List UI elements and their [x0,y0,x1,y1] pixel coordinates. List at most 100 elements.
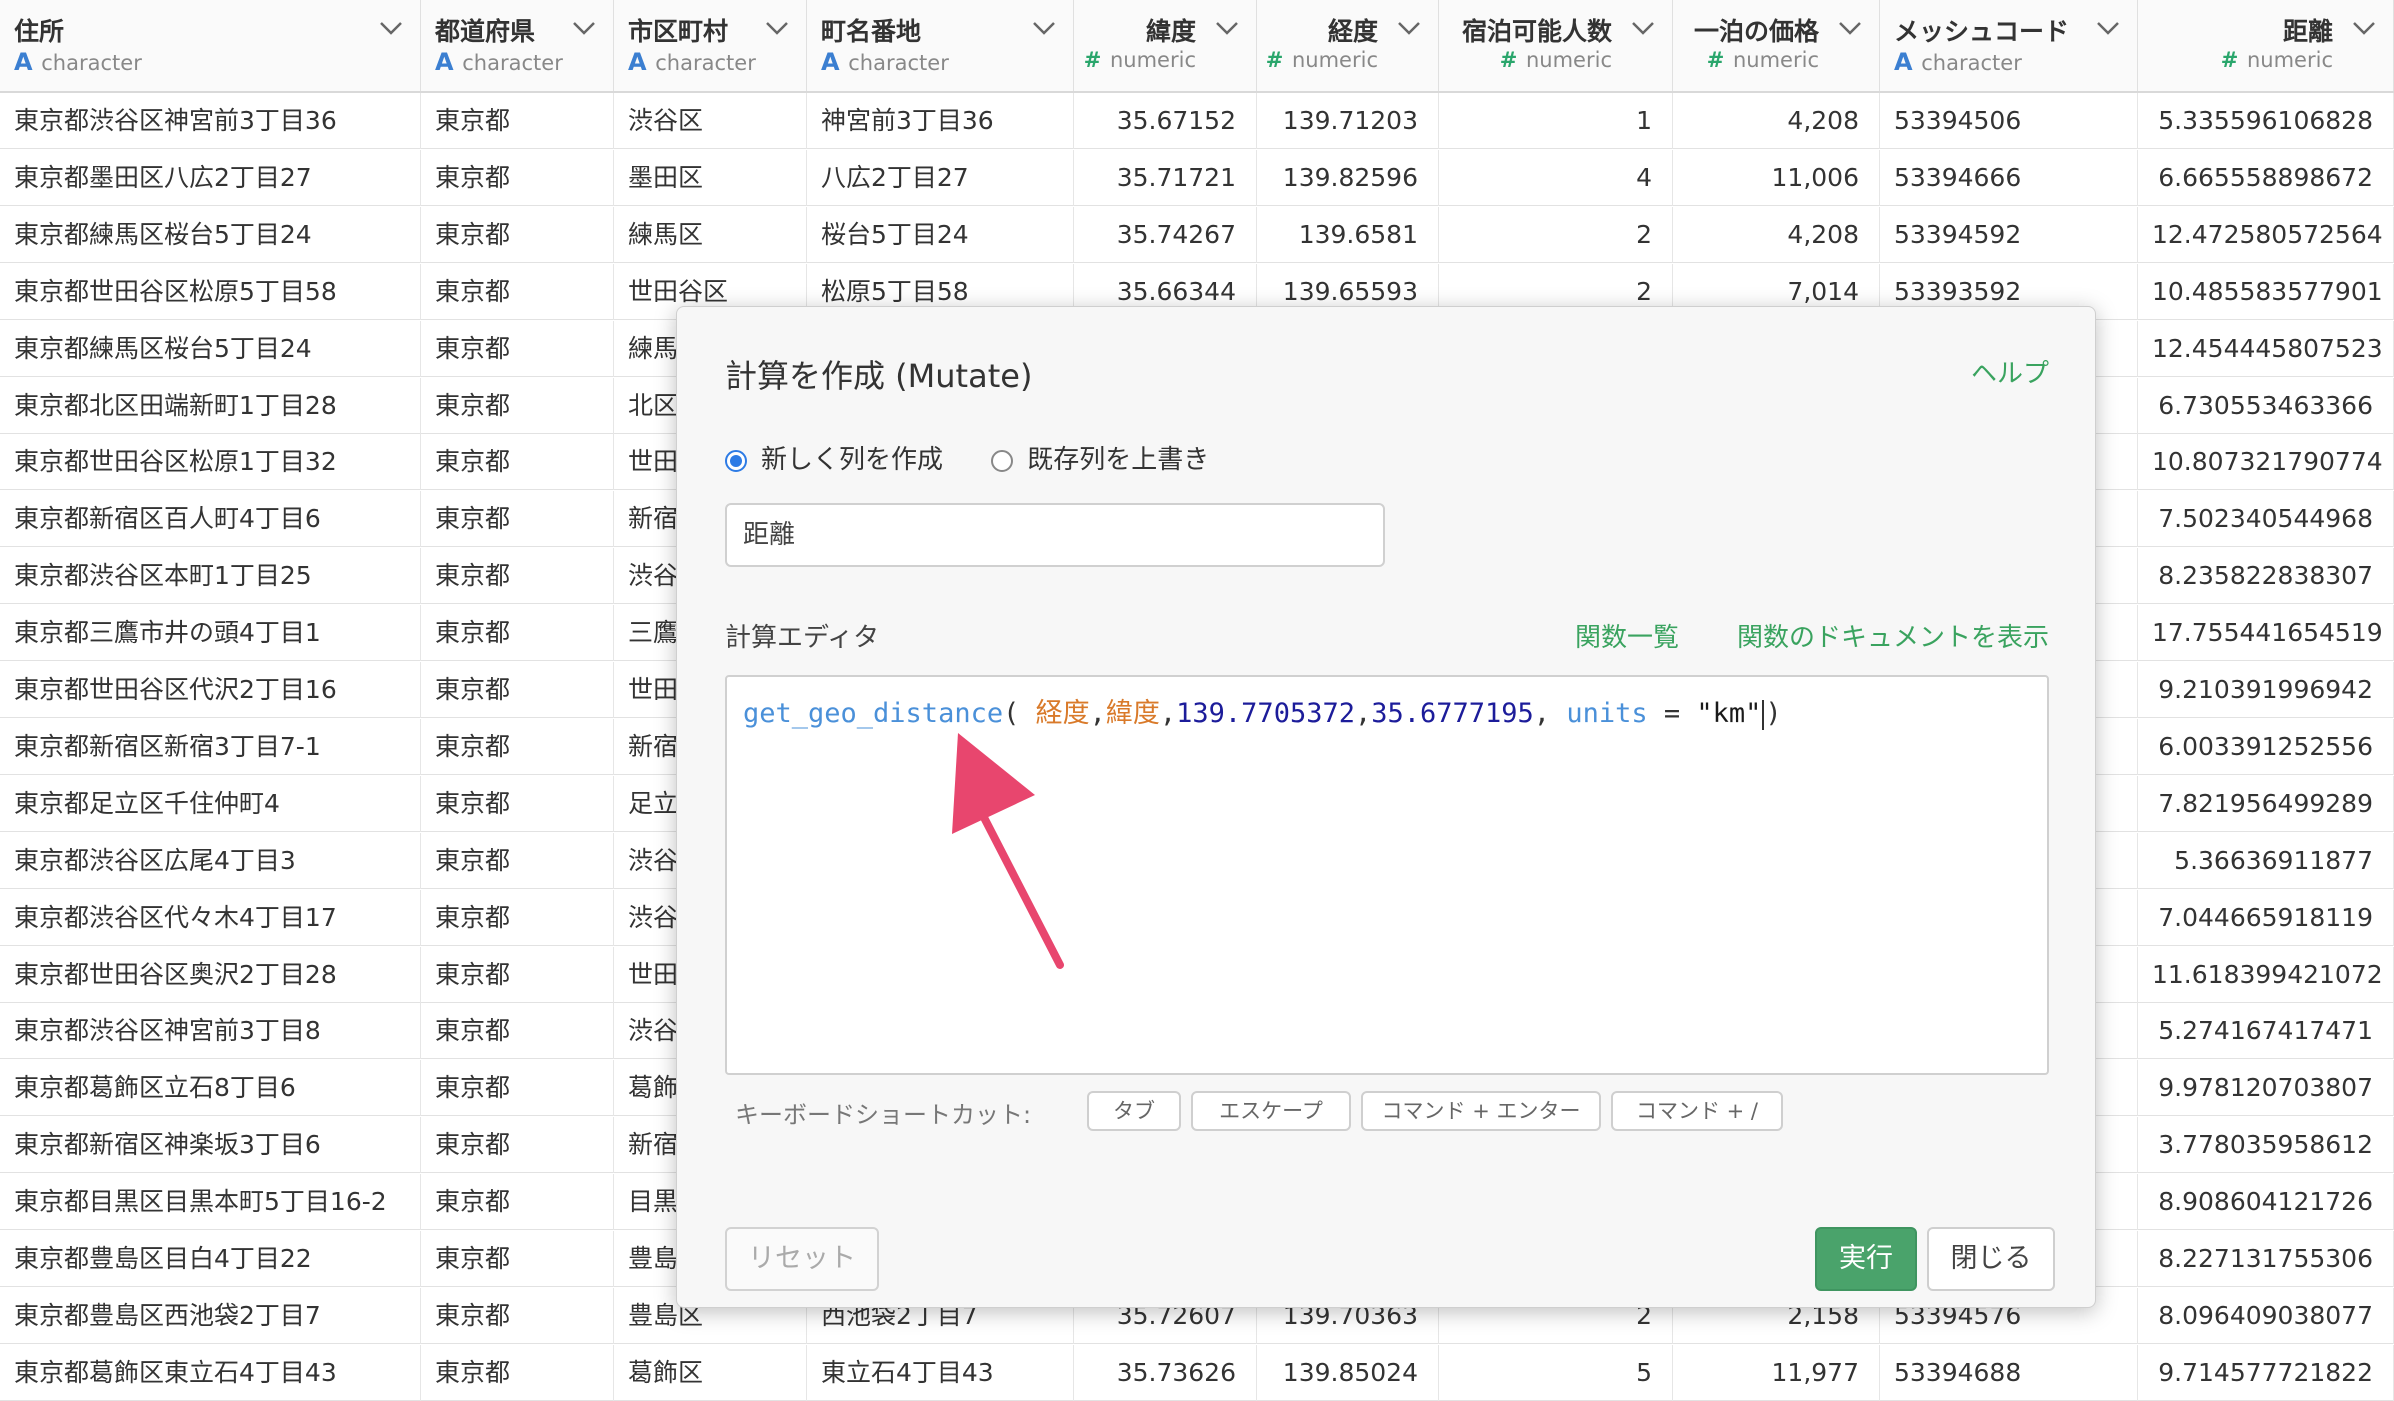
run-button[interactable]: 実行 [1815,1227,1917,1291]
table-cell: 東京都練馬区桜台5丁目24 [0,320,421,377]
code-num-longitude: 139.7705372 [1176,698,1355,729]
editor-label: 計算エディタ [725,623,880,653]
chevron-down-icon[interactable] [1396,18,1422,38]
table-cell: 1 [1439,93,1673,149]
column-header[interactable]: 都道府県 A character [421,0,614,91]
table-cell: 東京都 [421,1060,614,1117]
table-cell: 東京都練馬区桜台5丁目24 [0,206,421,263]
numeric-type-icon: # [1499,48,1518,72]
table-cell: 6.003391252556 [2138,718,2394,775]
column-header[interactable]: 一泊の価格 # numeric [1673,0,1880,91]
table-cell: 5.36636911877 [2138,832,2394,889]
character-type-icon: A [1894,48,1913,76]
table-cell: 7.502340544968 [2138,491,2394,548]
table-cell: 東京都 [421,1344,614,1401]
table-cell: 東京都新宿区神楽坂3丁目6 [0,1117,421,1174]
table-cell: 墨田区 [614,149,807,206]
table-row[interactable]: 東京都墨田区八広2丁目27 東京都 墨田区 八広2丁目27 35.71721 139.82… [0,149,2394,206]
help-link[interactable]: ヘルプ [1971,353,2049,390]
column-header[interactable]: 町名番地 A character [807,0,1074,91]
table-cell: 9.714577721822 [2138,1344,2394,1401]
table-cell: 11,977 [1673,1344,1880,1401]
table-cell: 11.618399421072 [2138,946,2394,1003]
radio-unselected-icon[interactable] [991,449,1014,472]
character-type-icon: A [435,48,454,76]
table-cell: 東京都 [421,320,614,377]
chevron-down-icon[interactable] [764,18,790,38]
column-header[interactable]: 市区町村 A character [614,0,807,91]
column-header[interactable]: メッシュコード A character [1880,0,2138,91]
table-cell: 35.73626 [1074,1344,1257,1401]
function-list-link[interactable]: 関数一覧 [1575,617,1679,654]
column-header[interactable]: 距離 # numeric [2138,0,2394,91]
chevron-down-icon[interactable] [1214,18,1240,38]
shortcut-cmd-slash: コマンド + / [1611,1091,1783,1131]
code-paren-open: ( [1003,698,1020,729]
table-cell: 139.6581 [1257,206,1439,263]
column-header-name: 町名番地 [821,17,922,46]
column-type: # numeric [1266,48,1378,72]
table-cell: 東京都渋谷区代々木4丁目17 [0,889,421,946]
code-editor[interactable]: get_geo_distance( 経度,緯度,139.7705372,35.6… [725,675,2049,1075]
column-name-input[interactable]: 距離 [725,503,1385,567]
chevron-down-icon[interactable] [571,18,597,38]
table-cell: 4 [1439,149,1673,206]
chevron-down-icon[interactable] [1630,18,1656,38]
code-comma-space: , [1533,698,1567,729]
table-row[interactable]: 東京都練馬区桜台5丁目24 東京都 練馬区 桜台5丁目24 35.74267 139.65… [0,206,2394,263]
mutate-dialog: 計算を作成 (Mutate) ヘルプ 新しく列を作成 既存列を上書き 距離 計算… [676,306,2096,1308]
function-docs-link[interactable]: 関数のドキュメントを表示 [1737,617,2049,654]
table-cell: 10.807321790774 [2138,434,2394,491]
table-cell: 東京都 [421,93,614,149]
chevron-down-icon[interactable] [2351,18,2377,38]
column-header[interactable]: 緯度 # numeric [1074,0,1257,91]
chevron-down-icon[interactable] [2095,18,2121,38]
dialog-title: 計算を作成 (Mutate) [725,357,1033,395]
table-cell: 35.74267 [1074,206,1257,263]
table-cell: 東京都渋谷区広尾4丁目3 [0,832,421,889]
table-cell: 東京都豊島区西池袋2丁目7 [0,1287,421,1344]
table-cell: 東京都 [421,1231,614,1287]
numeric-type-icon: # [2220,48,2239,72]
table-cell: 東京都世田谷区代沢2丁目16 [0,662,421,718]
table-cell: 4,208 [1673,206,1880,263]
table-cell: 東京都新宿区新宿3丁目7-1 [0,718,421,775]
table-cell: 東京都葛飾区東立石4丁目43 [0,1344,421,1401]
code-arg-longitude: 経度 [1035,698,1090,729]
code-comma: , [1159,698,1177,729]
column-header-name: 市区町村 [628,17,729,46]
column-header[interactable]: 宿泊可能人数 # numeric [1439,0,1673,91]
column-header-name: メッシュコード [1894,17,2070,46]
table-cell: 東京都葛飾区立石8丁目6 [0,1060,421,1117]
table-cell: 東京都渋谷区神宮前3丁目36 [0,93,421,149]
chevron-down-icon[interactable] [1837,18,1863,38]
table-cell: 東京都 [421,605,614,662]
table-cell: 4,208 [1673,93,1880,149]
column-type: A character [435,48,563,76]
table-cell: 東京都 [421,718,614,775]
table-cell: 139.85024 [1257,1344,1439,1401]
table-cell: 東京都 [421,149,614,206]
table-row[interactable]: 東京都渋谷区神宮前3丁目36 東京都 渋谷区 神宮前3丁目36 35.67152 139.… [0,93,2394,149]
code-string: "km" [1696,698,1762,729]
column-type-label: character [462,51,563,75]
close-button[interactable]: 閉じる [1927,1227,2055,1291]
radio-selected-icon[interactable] [725,449,747,472]
table-cell: 53394592 [1880,206,2138,263]
reset-button[interactable]: リセット [725,1227,879,1291]
chevron-down-icon[interactable] [1031,18,1057,38]
table-row[interactable]: 東京都葛飾区東立石4丁目43 東京都 葛飾区 東立石4丁目43 35.73626 139.… [0,1344,2394,1401]
radio-new-column[interactable]: 新しく列を作成 [725,439,943,476]
chevron-down-icon[interactable] [378,18,404,38]
table-cell: 8.227131755306 [2138,1231,2394,1287]
code-num-latitude: 35.6777195 [1371,698,1534,729]
column-header[interactable]: 経度 # numeric [1257,0,1439,91]
column-header[interactable]: 住所 A character [0,0,421,91]
column-header-name: 距離 [2282,17,2333,46]
table-cell: 東京都足立区千住仲町4 [0,775,421,832]
table-cell: 35.71721 [1074,149,1257,206]
table-cell: 神宮前3丁目36 [807,93,1074,149]
radio-overwrite-column[interactable]: 既存列を上書き [991,439,1209,476]
table-cell: 東京都世田谷区松原5丁目58 [0,263,421,320]
table-cell: 東京都目黒区目黒本町5丁目16-2 [0,1174,421,1231]
